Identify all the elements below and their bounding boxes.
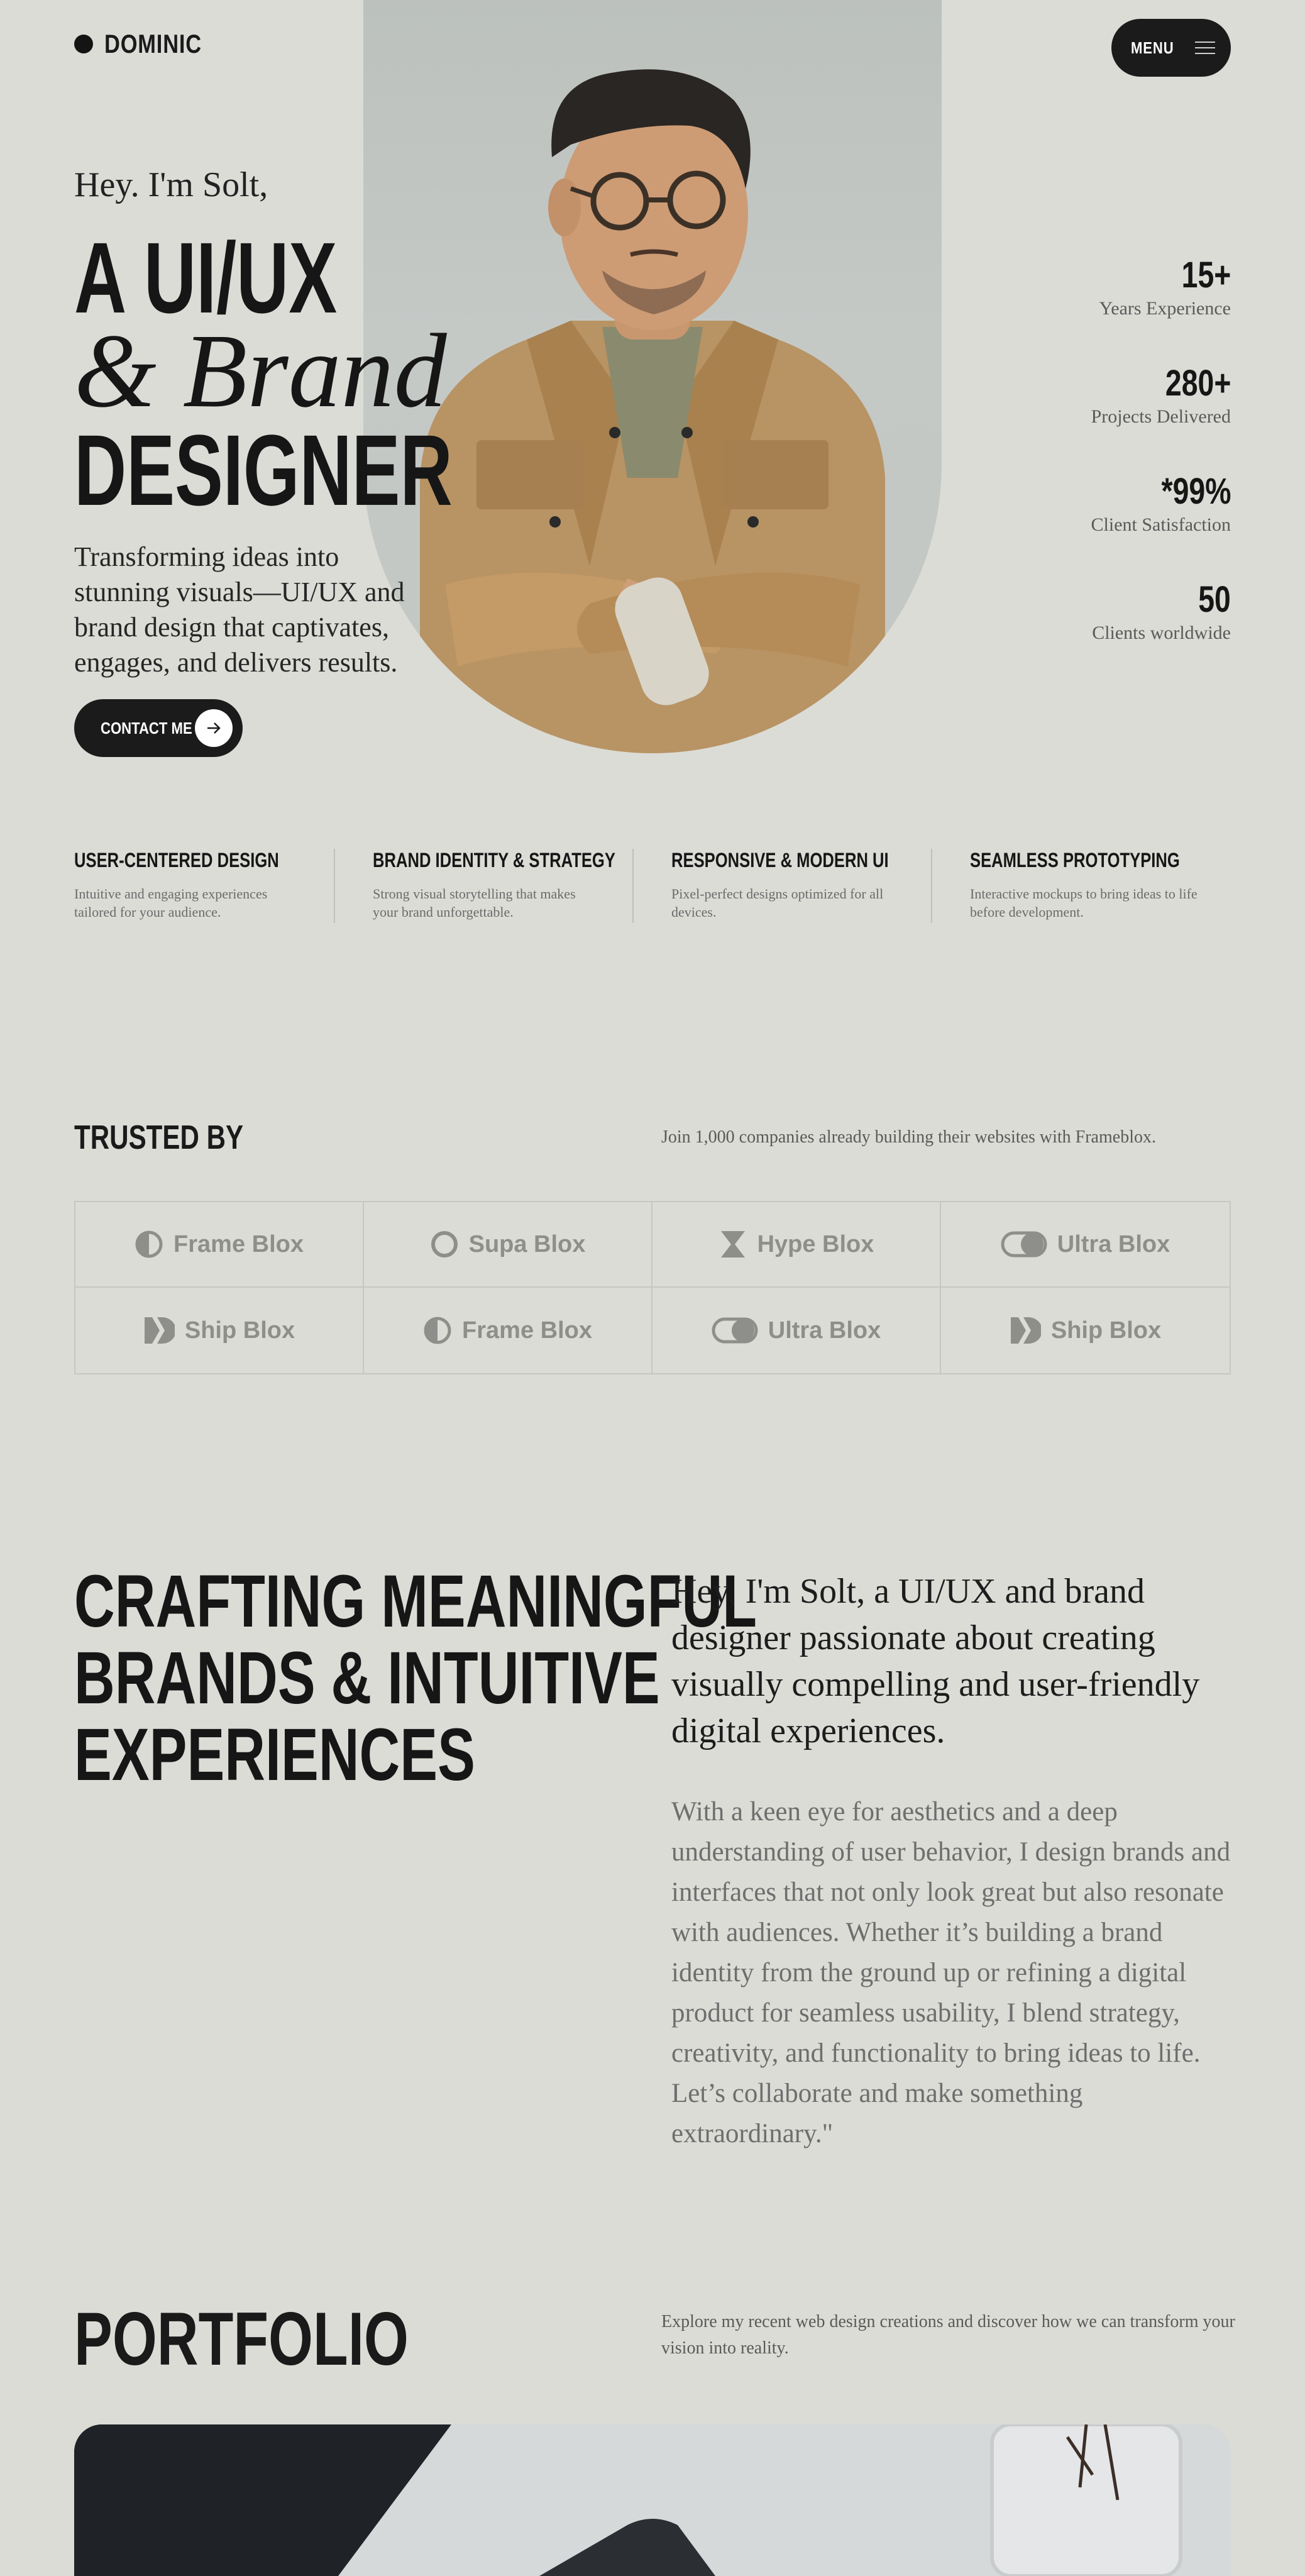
half-circle-icon <box>424 1317 451 1344</box>
service-description: Strong visual storytelling that makes yo… <box>373 886 576 920</box>
stat-clients: 50 Clients worldwide <box>1092 580 1231 644</box>
double-chevron-icon <box>144 1317 175 1344</box>
client-logo-name: Frame Blox <box>173 1230 304 1258</box>
stat-value: 280+ <box>1165 363 1231 404</box>
client-logo-name: Ship Blox <box>1050 1317 1162 1344</box>
service-divider <box>931 849 932 923</box>
stat-satisfaction: *99% Client Satisfaction <box>1091 472 1231 536</box>
stat-label: Clients worldwide <box>1092 622 1231 643</box>
portfolio-title: PORTFOLIO <box>74 2297 409 2381</box>
toggle-icon <box>1001 1231 1047 1258</box>
service-title: RESPONSIVE & MODERN UI <box>671 849 889 871</box>
double-chevron-icon <box>1010 1317 1041 1344</box>
about-heading-line1: CRAFTING MEANINGFUL <box>74 1560 757 1643</box>
stat-years: 15+ Years Experience <box>1099 255 1231 319</box>
client-logo-name: Hype Blox <box>757 1230 874 1258</box>
logo-text: DOMINIC <box>104 29 202 58</box>
toggle-icon <box>712 1317 758 1344</box>
contact-me-label: CONTACT ME <box>101 718 192 738</box>
service-brand-identity: BRAND IDENTITY & STRATEGY Strong visual … <box>373 849 637 921</box>
service-description: Interactive mockups to bring ideas to li… <box>970 886 1198 920</box>
menu-button[interactable]: MENU <box>1111 19 1231 77</box>
portfolio-subtitle: Explore my recent web design creations a… <box>661 2312 1235 2358</box>
client-logo-name: Ultra Blox <box>768 1317 881 1344</box>
about-heading: CRAFTING MEANINGFUL BRANDS & INTUITIVE E… <box>74 1563 757 1793</box>
service-title: BRAND IDENTITY & STRATEGY <box>373 849 615 871</box>
hero-portrait <box>363 0 942 753</box>
client-logo: Ultra Blox <box>941 1202 1230 1288</box>
client-logo-grid: Frame Blox Supa Blox Hype Blox Ultra Blo… <box>74 1201 1231 1374</box>
stat-value: 15+ <box>1181 255 1231 296</box>
half-circle-icon <box>135 1230 163 1258</box>
contact-me-button[interactable]: CONTACT ME <box>74 699 243 757</box>
client-logo: Frame Blox <box>75 1202 364 1288</box>
service-title: SEAMLESS PROTOTYPING <box>970 849 1180 871</box>
hourglass-icon <box>720 1231 745 1258</box>
trusted-by-title: TRUSTED BY <box>74 1119 244 1156</box>
about-heading-line2: BRANDS & INTUITIVE <box>74 1637 660 1720</box>
service-prototyping: SEAMLESS PROTOTYPING Interactive mockups… <box>970 849 1234 921</box>
about-heading-line3: EXPERIENCES <box>74 1713 475 1796</box>
logo-dot-icon <box>74 35 93 53</box>
hamburger-icon <box>1195 41 1216 54</box>
portrait-illustration <box>420 69 885 753</box>
hero-headline-line3: DESIGNER <box>74 414 453 526</box>
stat-projects: 280+ Projects Delivered <box>1091 363 1231 428</box>
service-description: Pixel-perfect designs optimized for all … <box>671 886 884 920</box>
stat-value: *99% <box>1161 471 1231 512</box>
service-description: Intuitive and engaging experiences tailo… <box>74 886 268 920</box>
portfolio-image[interactable] <box>74 2424 1231 2576</box>
stat-label: Years Experience <box>1099 298 1231 319</box>
about-body: With a keen eye for aesthetics and a dee… <box>671 1797 1231 2148</box>
client-logo: Ship Blox <box>75 1288 364 1373</box>
stat-label: Client Satisfaction <box>1091 514 1231 535</box>
hero-description: Transforming ideas into stunning visuals… <box>74 541 405 678</box>
service-divider <box>632 849 634 923</box>
stat-value: 50 <box>1198 579 1231 620</box>
logo[interactable]: DOMINIC <box>74 25 223 63</box>
about-lead: Hey, I'm Solt, a UI/UX and brand designe… <box>671 1572 1200 1750</box>
arrow-right-icon <box>195 709 233 747</box>
client-logo-name: Ship Blox <box>184 1317 295 1344</box>
client-logo-name: Supa Blox <box>468 1230 586 1258</box>
client-logo: Frame Blox <box>364 1288 652 1373</box>
menu-label: MENU <box>1130 38 1174 57</box>
service-divider <box>334 849 335 923</box>
stat-label: Projects Delivered <box>1091 406 1231 427</box>
hero-headline-line2: & Brand <box>74 312 447 429</box>
service-responsive-ui: RESPONSIVE & MODERN UI Pixel-perfect des… <box>671 849 935 921</box>
trusted-by-subtitle: Join 1,000 companies already building th… <box>661 1127 1156 1147</box>
client-logo: Ship Blox <box>941 1288 1230 1373</box>
hero-greeting: Hey. I'm Solt, <box>74 165 268 204</box>
client-logo: Ultra Blox <box>652 1288 941 1373</box>
service-user-centered: USER-CENTERED DESIGN Intuitive and engag… <box>74 849 338 921</box>
client-logo: Hype Blox <box>652 1202 941 1288</box>
portfolio-image-art <box>74 2424 1231 2576</box>
client-logo-name: Ultra Blox <box>1057 1230 1170 1258</box>
client-logo-name: Frame Blox <box>462 1317 592 1344</box>
client-logo: Supa Blox <box>364 1202 652 1288</box>
service-title: USER-CENTERED DESIGN <box>74 849 279 871</box>
ring-icon <box>431 1231 458 1258</box>
